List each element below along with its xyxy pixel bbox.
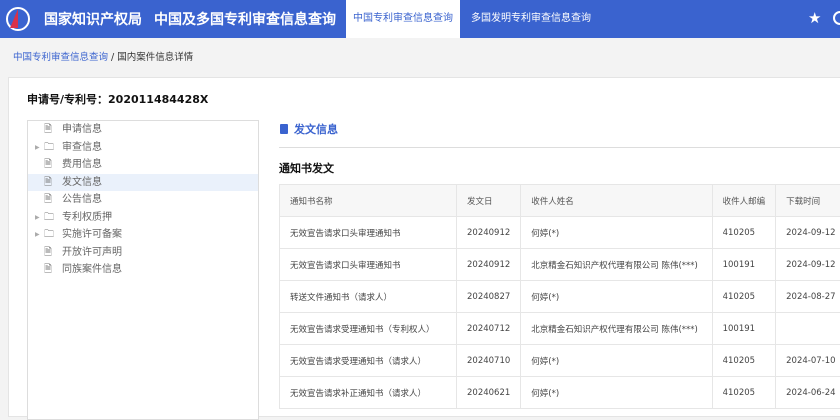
column-header: 收件人姓名 (521, 185, 712, 217)
table-cell: 北京精金石知识产权代理有限公司 陈伟(***) (521, 313, 712, 345)
file-icon: 🗎 (44, 174, 52, 192)
expand-arrow-icon[interactable]: ▶ (35, 226, 40, 244)
folder-icon: 🗀 (44, 226, 54, 244)
info-tree: 🗎申请信息▶🗀审查信息🗎费用信息🗎发文信息🗎公告信息▶🗀专利权质押▶🗀实施许可备… (27, 120, 259, 420)
tab-multinational-query[interactable]: 多国发明专利审查信息查询 (461, 0, 601, 38)
tab-china-patent-query[interactable]: 中国专利审查信息查询 (346, 0, 460, 38)
application-label: 申请号/专利号： (27, 93, 108, 106)
table-cell: 何婷(*) (521, 217, 712, 249)
top-header: 国家知识产权局 中国及多国专利审查信息查询 中国专利审查信息查询 多国发明专利审… (0, 0, 840, 38)
table-cell: 20240710 (457, 345, 521, 377)
application-number: 申请号/专利号：202011484428X (27, 91, 208, 107)
file-icon: 🗎 (44, 191, 52, 209)
column-header: 通知书名称 (280, 185, 457, 217)
table-cell: 何婷(*) (521, 377, 712, 409)
table-row: 无效宣告请求补正通知书（请求人）20240621何婷(*)4102052024-… (280, 377, 840, 409)
table-cell: 2024-08-27 (776, 281, 840, 313)
table-row: 无效宣告请求受理通知书（专利权人）20240712北京精金石知识产权代理有限公司… (280, 313, 840, 345)
breadcrumb: 中国专利审查信息查询 / 国内案件信息详情 (13, 49, 193, 63)
tree-item-label: 审查信息 (62, 142, 102, 153)
table-row: 转送文件通知书（请求人）20240827何婷(*)4102052024-08-2… (280, 281, 840, 313)
section-title-text: 发文信息 (294, 123, 338, 136)
brand-name: 国家知识产权局 (44, 9, 142, 29)
column-header: 下载时间 (776, 185, 840, 217)
table-cell: 100191 (712, 313, 776, 345)
folder-icon: 🗀 (44, 209, 54, 227)
expand-arrow-icon[interactable]: ▶ (35, 209, 40, 227)
system-title: 中国及多国专利审查信息查询 (154, 9, 336, 29)
star-icon[interactable]: ★ (808, 9, 821, 27)
folder-icon: 🗀 (44, 139, 54, 157)
table-cell: 北京精金石知识产权代理有限公司 陈伟(***) (521, 249, 712, 281)
divider (279, 147, 840, 148)
table-cell: 无效宣告请求口头审理通知书 (280, 217, 457, 249)
tree-item[interactable]: 🗎 同族案件信息 (28, 261, 258, 279)
tree-item[interactable]: 🗎 费用信息 (28, 156, 258, 174)
table-cell: 410205 (712, 217, 776, 249)
table-cell: 20240827 (457, 281, 521, 313)
table-cell: 100191 (712, 249, 776, 281)
table-cell: 2024-09-12 (776, 249, 840, 281)
table-cell: 无效宣告请求口头审理通知书 (280, 249, 457, 281)
table-cell: 何婷(*) (521, 281, 712, 313)
breadcrumb-link[interactable]: 中国专利审查信息查询 (13, 52, 108, 63)
table-cell: 410205 (712, 377, 776, 409)
table-cell: 2024-09-12 (776, 217, 840, 249)
tree-item-label: 开放许可声明 (62, 247, 122, 258)
table-row: 无效宣告请求口头审理通知书20240912何婷(*)4102052024-09-… (280, 217, 840, 249)
tree-item[interactable]: 🗎 公告信息 (28, 191, 258, 209)
file-icon: 🗎 (44, 261, 52, 279)
table-cell: 20240912 (457, 217, 521, 249)
table-cell: 20240712 (457, 313, 521, 345)
tree-item[interactable]: 🗎 开放许可声明 (28, 244, 258, 262)
table-cell: 2024-07-10 (776, 345, 840, 377)
application-value: 202011484428X (108, 93, 208, 106)
tree-item-label: 同族案件信息 (62, 264, 122, 275)
table-cell: 转送文件通知书（请求人） (280, 281, 457, 313)
table-cell: 410205 (712, 281, 776, 313)
file-icon: 🗎 (44, 244, 52, 262)
tree-item-label: 费用信息 (62, 159, 102, 170)
column-header: 收件人邮编 (712, 185, 776, 217)
tree-item[interactable]: ▶🗀 实施许可备案 (28, 226, 258, 244)
tree-item-label: 公告信息 (62, 194, 102, 205)
subsection-title: 通知书发文 (279, 160, 334, 176)
table-cell: 410205 (712, 345, 776, 377)
tree-item-label: 发文信息 (62, 177, 102, 188)
tree-item-label: 实施许可备案 (62, 229, 122, 240)
file-icon: 🗎 (44, 121, 52, 139)
breadcrumb-separator: / (111, 52, 114, 63)
tree-item[interactable]: 🗎 发文信息 (28, 174, 258, 192)
tree-item[interactable]: ▶🗀 审查信息 (28, 139, 258, 157)
section-title: 发文信息 (280, 121, 338, 137)
document-icon (280, 124, 288, 134)
tree-item-label: 专利权质押 (62, 212, 112, 223)
table-cell: 无效宣告请求补正通知书（请求人） (280, 377, 457, 409)
table-cell: 20240912 (457, 249, 521, 281)
tree-item[interactable]: ▶🗀 专利权质押 (28, 209, 258, 227)
cnipa-logo (4, 6, 30, 32)
table-cell: 无效宣告请求受理通知书（请求人） (280, 345, 457, 377)
table-row: 无效宣告请求口头审理通知书20240912北京精金石知识产权代理有限公司 陈伟(… (280, 249, 840, 281)
table-row: 无效宣告请求受理通知书（请求人）20240710何婷(*)4102052024-… (280, 345, 840, 377)
breadcrumb-current: 国内案件信息详情 (117, 52, 193, 63)
table-cell (776, 313, 840, 345)
column-header: 发文日 (457, 185, 521, 217)
table-cell: 2024-06-24 (776, 377, 840, 409)
file-icon: 🗎 (44, 156, 52, 174)
user-icon[interactable] (833, 11, 840, 25)
tree-item[interactable]: 🗎 申请信息 (28, 121, 258, 139)
tree-item-label: 申请信息 (62, 124, 102, 135)
table-cell: 20240621 (457, 377, 521, 409)
notice-table: 通知书名称发文日收件人姓名收件人邮编下载时间 无效宣告请求口头审理通知书2024… (279, 184, 840, 409)
expand-arrow-icon[interactable]: ▶ (35, 139, 40, 157)
table-cell: 何婷(*) (521, 345, 712, 377)
table-cell: 无效宣告请求受理通知书（专利权人） (280, 313, 457, 345)
